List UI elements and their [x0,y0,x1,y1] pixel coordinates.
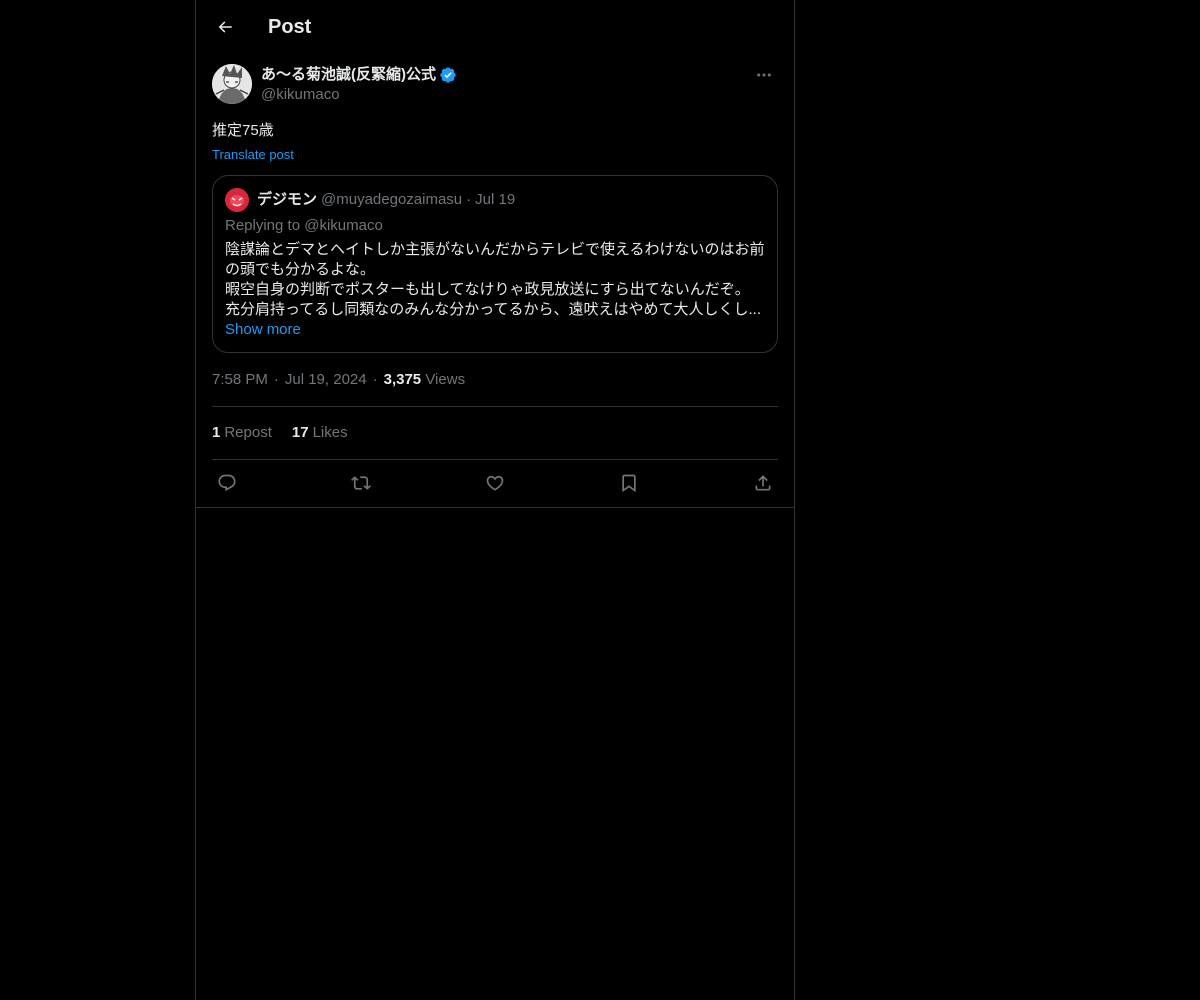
quoted-body-line: の頭でも分かるよな。 [225,261,376,278]
author-display-name[interactable]: あ〜る菊池誠(反緊縮)公式 [261,65,436,85]
views-count: 3,375 [383,371,422,388]
views-label: Views [425,371,466,388]
quoted-body: 陰謀論とデマとヘイトしか主張がないんだからテレビで使えるわけないのはお前 の頭で… [225,240,765,320]
post-date[interactable]: Jul 19, 2024 [285,370,367,390]
divider [212,459,778,460]
like-button[interactable] [480,468,510,498]
arrow-left-icon [216,18,234,36]
quoted-body-line: 充分肩持ってるし同類なのみんな分かってるから、遠吠えはやめて大人しくし... [225,301,762,318]
verified-badge-icon [439,66,457,84]
reply-button[interactable] [212,468,242,498]
post-time[interactable]: 7:58 PM [212,370,268,390]
page-title: Post [268,16,312,38]
author-handle[interactable]: @kikumaco [261,85,340,105]
views: 3,375 Views [384,370,465,390]
quoted-post[interactable]: デジモン @muyadegozaimasu · Jul 19 Replying … [212,175,778,353]
quoted-body-line: 暇空自身の判断でポスターも出してなけりゃ政見放送にすら出てないんだぞ。 [225,281,750,298]
bookmark-button[interactable] [614,468,644,498]
reposts-label: Repost [224,424,272,441]
divider [212,406,778,407]
quoted-avatar [225,188,249,212]
header: Post [196,0,794,54]
back-button[interactable] [208,10,242,44]
repost-button[interactable] [346,468,376,498]
meta-separator: · [372,371,378,388]
quoted-separator: · [466,191,472,208]
post-stats: 1 Repost 17 Likes [212,423,348,443]
post-author: あ〜る菊池誠(反緊縮)公式 @kikumaco [212,64,778,108]
quoted-handle: @muyadegozaimasu [321,191,463,208]
repost-icon [351,473,371,493]
reposts-stat[interactable]: 1 Repost [212,423,272,443]
reply-icon [217,473,237,493]
likes-count: 17 [291,424,309,441]
post-actions [212,468,778,498]
bookmark-icon [619,473,639,493]
more-horizontal-icon [755,66,773,84]
share-button[interactable] [748,468,778,498]
post-meta: 7:58 PM · Jul 19, 2024 · 3,375 Views [212,370,465,390]
meta-separator: · [273,371,279,388]
quoted-body-line: 陰謀論とデマとヘイトしか主張がないんだからテレビで使えるわけないのはお前 [225,241,765,258]
likes-stat[interactable]: 17 Likes [292,423,348,443]
share-icon [753,473,773,493]
avatar[interactable] [212,64,252,104]
like-icon [485,473,505,493]
quoted-post-header: デジモン @muyadegozaimasu · Jul 19 [225,188,515,212]
show-more-link[interactable]: Show more [225,320,301,340]
post-text: 推定75歳 [212,122,274,139]
author-name-line: あ〜る菊池誠(反緊縮)公式 [261,65,457,85]
translate-post-link[interactable]: Translate post [212,146,294,164]
quoted-display-name: デジモン [257,191,318,208]
quoted-replying-to: Replying to @kikumaco [225,217,383,234]
reposts-count: 1 [212,424,221,441]
post-detail-column: Post あ〜る菊池誠(反緊縮)公式 @kikumaco 推定75歳 Trans… [195,0,795,1000]
more-options-button[interactable] [750,64,778,86]
quoted-date: Jul 19 [475,191,516,208]
divider [196,507,794,508]
likes-label: Likes [312,424,348,441]
